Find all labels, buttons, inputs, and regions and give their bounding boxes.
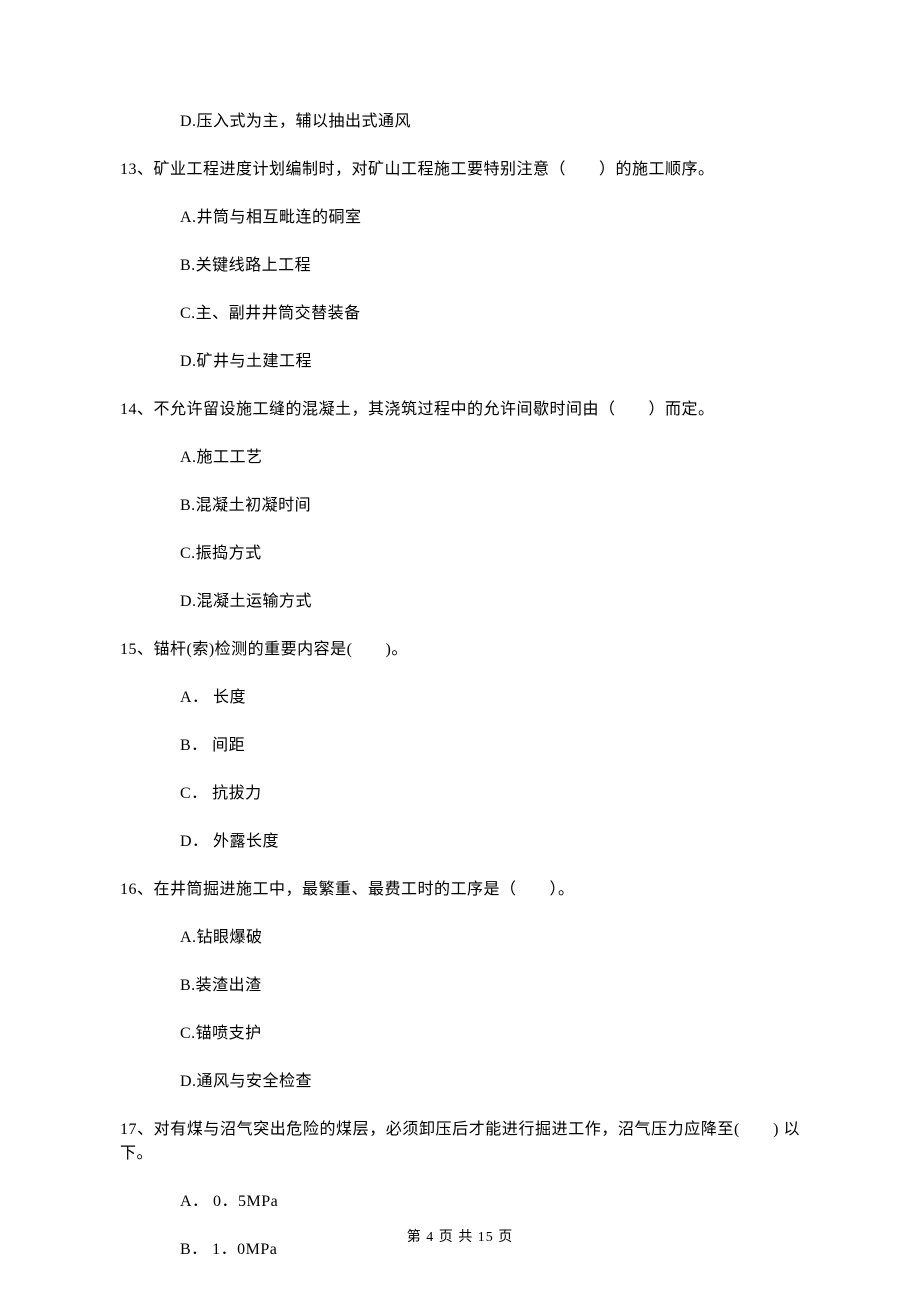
q14-option-b: B.混凝土初凝时间 (180, 494, 800, 518)
q14-option-a: A.施工工艺 (180, 446, 800, 470)
q13-stem: 13、矿业工程进度计划编制时，对矿山工程施工要特别注意（ ）的施工顺序。 (120, 158, 800, 182)
q14-stem: 14、不允许留设施工缝的混凝土，其浇筑过程中的允许间歇时间由（ ）而定。 (120, 398, 800, 422)
q15-option-a: A． 长度 (180, 686, 800, 710)
q15-stem: 15、锚杆(索)检测的重要内容是( )。 (120, 638, 800, 662)
q16-option-a: A.钻眼爆破 (180, 926, 800, 950)
q14-option-d: D.混凝土运输方式 (180, 590, 800, 614)
page-footer: 第 4 页 共 15 页 (0, 1227, 920, 1248)
q15-option-c: C． 抗拔力 (180, 782, 800, 806)
q17-stem: 17、对有煤与沼气突出危险的煤层，必须卸压后才能进行掘进工作，沼气压力应降至( … (120, 1118, 800, 1166)
q16-option-b: B.装渣出渣 (180, 974, 800, 998)
q16-stem: 16、在井筒掘进施工中，最繁重、最费工时的工序是（ ）。 (120, 878, 800, 902)
q16-option-c: C.锚喷支护 (180, 1022, 800, 1046)
q12-option-d: D.压入式为主，辅以抽出式通风 (180, 110, 800, 134)
q13-option-c: C.主、副井井筒交替装备 (180, 302, 800, 326)
q13-option-b: B.关键线路上工程 (180, 254, 800, 278)
q16-option-d: D.通风与安全检查 (180, 1070, 800, 1094)
q14-option-c: C.振捣方式 (180, 542, 800, 566)
q13-option-a: A.井筒与相互毗连的硐室 (180, 206, 800, 230)
q15-option-d: D． 外露长度 (180, 830, 800, 854)
q13-option-d: D.矿井与土建工程 (180, 350, 800, 374)
q15-option-b: B． 间距 (180, 734, 800, 758)
document-page: D.压入式为主，辅以抽出式通风 13、矿业工程进度计划编制时，对矿山工程施工要特… (0, 0, 920, 1262)
q17-option-a: A． 0．5MPa (180, 1190, 800, 1214)
